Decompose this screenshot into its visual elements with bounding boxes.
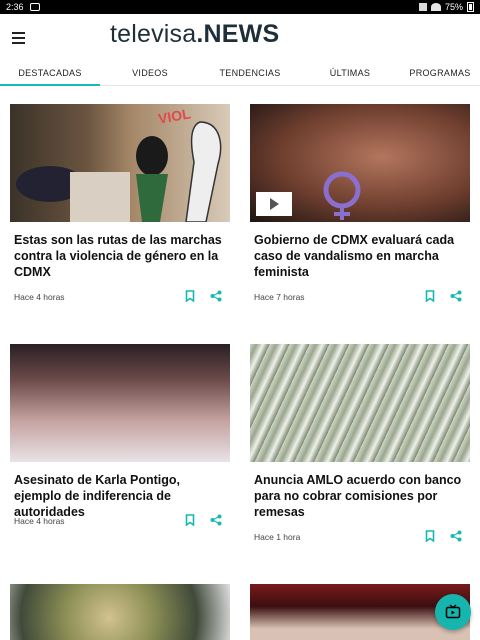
article-actions <box>424 290 462 302</box>
article-image[interactable] <box>10 584 230 640</box>
article-image[interactable] <box>250 344 470 462</box>
article-actions <box>184 514 222 526</box>
share-icon[interactable] <box>210 290 222 302</box>
menu-icon <box>12 32 25 34</box>
battery-percent: 75% <box>444 2 463 12</box>
article-actions <box>424 530 462 542</box>
status-bar: 2:36 75% <box>0 0 480 14</box>
article-time: Hace 1 hora <box>254 532 301 542</box>
status-time: 2:36 <box>6 2 24 12</box>
bookmark-icon[interactable] <box>184 290 196 302</box>
mute-icon <box>418 3 427 11</box>
article-image[interactable] <box>10 344 230 462</box>
article-image[interactable]: VIOL <box>10 104 230 222</box>
share-icon[interactable] <box>450 530 462 542</box>
article-image[interactable] <box>250 104 470 222</box>
article-headline[interactable]: Anuncia AMLO acuerdo con banco para no c… <box>250 472 470 520</box>
article-time: Hace 4 horas <box>14 292 65 302</box>
article-headline[interactable]: Asesinato de Karla Pontigo, ejemplo de i… <box>10 472 230 520</box>
bookmark-icon[interactable] <box>424 530 436 542</box>
tab-ultimas[interactable]: ÚLTIMAS <box>300 60 400 85</box>
tab-videos[interactable]: VIDEOS <box>100 60 200 85</box>
logo-news: .NEWS <box>196 20 280 48</box>
tab-programas[interactable]: PROGRAMAS <box>400 60 480 85</box>
video-play-button[interactable] <box>256 192 292 216</box>
article-headline[interactable]: Estas son las rutas de las marchas contr… <box>10 232 230 280</box>
bookmark-icon[interactable] <box>424 290 436 302</box>
wifi-icon <box>430 3 441 11</box>
live-tv-icon <box>445 604 461 619</box>
live-tv-button[interactable] <box>435 594 471 630</box>
article-time: Hace 4 horas <box>14 516 65 526</box>
app-bar: televisa.NEWS <box>0 14 480 60</box>
article-card[interactable]: Asesinato de Karla Pontigo, ejemplo de i… <box>10 344 230 544</box>
tab-destacadas[interactable]: DESTACADAS <box>0 60 100 86</box>
share-icon[interactable] <box>210 514 222 526</box>
article-card[interactable]: Anuncia AMLO acuerdo con banco para no c… <box>250 344 470 556</box>
bookmark-icon[interactable] <box>184 514 196 526</box>
article-card[interactable] <box>10 584 230 640</box>
article-card[interactable]: VIOL Estas son las rutas de las marchas … <box>10 104 230 316</box>
article-actions <box>184 290 222 302</box>
logo-brand: televisa <box>110 20 197 48</box>
article-time: Hace 7 horas <box>254 292 305 302</box>
status-icons: 75% <box>418 2 474 12</box>
tab-tendencias[interactable]: TENDENCIAS <box>200 60 300 85</box>
app-logo[interactable]: televisa.NEWS <box>110 20 279 49</box>
battery-icon <box>467 2 474 12</box>
menu-button[interactable] <box>12 28 34 48</box>
notification-icon <box>29 3 40 11</box>
share-icon[interactable] <box>450 290 462 302</box>
play-icon <box>269 198 279 210</box>
category-tabs: DESTACADAS VIDEOS TENDENCIAS ÚLTIMAS PRO… <box>0 60 480 86</box>
article-card[interactable]: Gobierno de CDMX evaluará cada caso de v… <box>250 104 470 316</box>
mural-illustration <box>16 121 222 222</box>
article-headline[interactable]: Gobierno de CDMX evaluará cada caso de v… <box>250 232 470 280</box>
